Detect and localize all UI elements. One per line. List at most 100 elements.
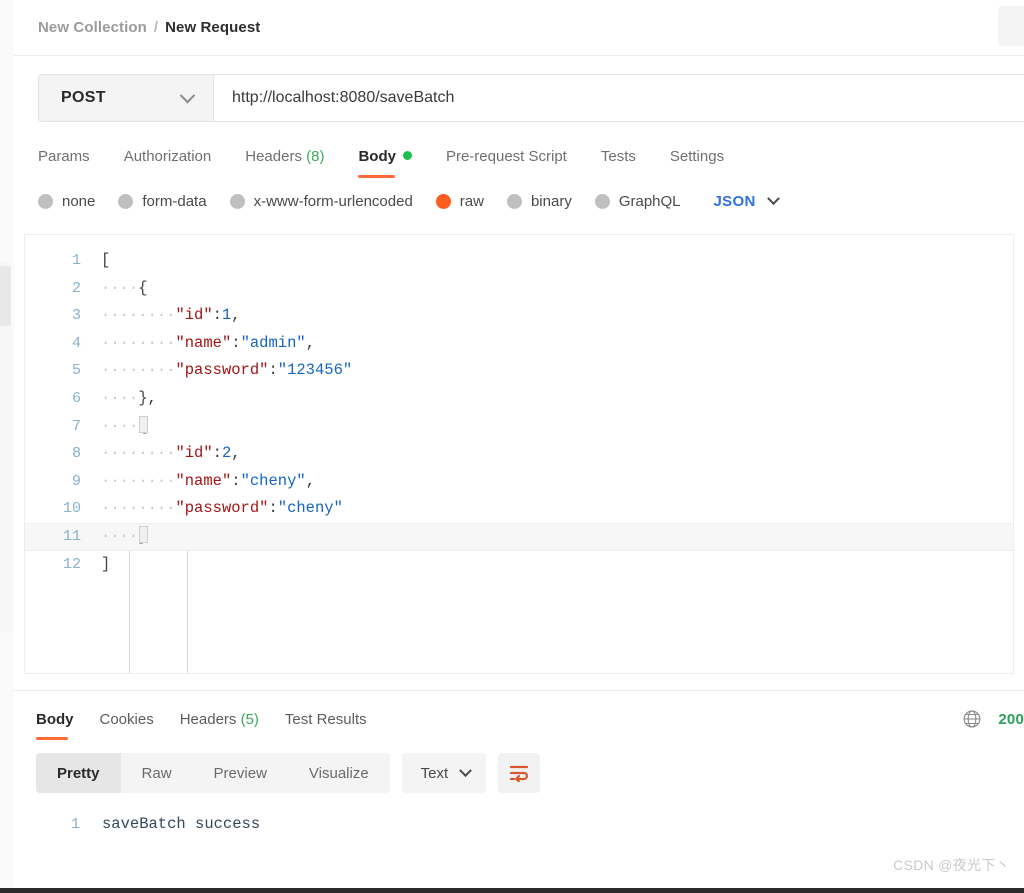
send-button-partial[interactable] — [998, 6, 1024, 46]
code-line: 12 ] — [25, 551, 1013, 579]
json-string: "cheny" — [277, 499, 343, 518]
tab-settings[interactable]: Settings — [670, 148, 724, 178]
word-wrap-icon — [510, 765, 529, 782]
view-preview[interactable]: Preview — [193, 753, 288, 793]
tab-label: Pre-request Script — [445, 148, 567, 165]
json-key: "id" — [175, 444, 213, 463]
body-type-raw[interactable]: raw — [435, 193, 484, 210]
word-wrap-button[interactable] — [498, 753, 541, 793]
code-line: 9 ········"name":"cheny", — [25, 468, 1013, 496]
response-tabs: Body Cookies Headers (5) Test Results 20… — [14, 691, 1024, 743]
response-line: 1 saveBatch success — [14, 811, 1024, 837]
body-format-label: JSON — [713, 192, 756, 210]
tab-label: Tests — [600, 148, 636, 165]
radio-icon — [506, 193, 522, 209]
indent-dots: ···· — [138, 333, 176, 352]
indent-dots: ···· — [101, 306, 139, 325]
line-number: 11 — [62, 527, 81, 545]
left-scrollbar-rail — [0, 0, 14, 893]
code-token: ] — [101, 554, 111, 573]
code-line: 4 ········"name":"admin", — [25, 330, 1013, 358]
json-comma: , — [231, 306, 241, 325]
json-key: "name" — [175, 333, 232, 352]
code-token: } — [138, 388, 148, 407]
tab-label: Authorization — [123, 148, 212, 165]
indent-dots: ···· — [138, 471, 176, 490]
method-select[interactable]: POST — [39, 75, 214, 121]
tab-label: Test Results — [284, 711, 367, 728]
body-has-content-dot-icon — [402, 151, 412, 160]
body-format-select[interactable]: JSON — [713, 191, 780, 210]
breadcrumb-collection[interactable]: New Collection — [38, 19, 147, 36]
request-response-pane: New Collection / New Request POST http:/… — [14, 0, 1024, 893]
body-type-label: GraphQL — [618, 192, 681, 210]
response-tab-cookies[interactable]: Cookies — [100, 711, 154, 740]
response-tab-test-results[interactable]: Test Results — [285, 711, 367, 740]
tab-label: Body — [36, 711, 74, 728]
body-type-graphql[interactable]: GraphQL — [594, 192, 681, 210]
response-body[interactable]: 1 saveBatch success — [14, 793, 1024, 837]
code-line: 7 ····{ — [25, 413, 1013, 441]
body-type-none[interactable]: none — [38, 193, 95, 210]
breadcrumb-request[interactable]: New Request — [165, 19, 260, 36]
code-lines: 1 [ 2 ····{ 3 ········"id":1, 4 ········… — [25, 235, 1013, 578]
response-format-toolbar: Pretty Raw Preview Visualize Text — [14, 743, 1024, 793]
tab-label: Cookies — [99, 711, 154, 728]
url-bar-row: POST http://localhost:8080/saveBatch — [14, 56, 1024, 122]
line-number: 12 — [62, 555, 81, 573]
body-type-label: x-www-form-urlencoded — [253, 192, 413, 210]
radio-icon — [594, 193, 610, 209]
json-key: "password" — [175, 499, 269, 518]
line-number: 5 — [71, 362, 81, 380]
indent-dots: ···· — [138, 499, 176, 518]
tab-label: Headers — [179, 711, 237, 728]
response-text: saveBatch success — [102, 815, 261, 833]
tab-pre-request-script[interactable]: Pre-request Script — [446, 148, 567, 178]
indent-dots: ···· — [101, 471, 139, 490]
indent-dots: ···· — [138, 306, 176, 325]
json-colon: : — [212, 306, 222, 325]
tab-label: Settings — [669, 148, 725, 165]
radio-icon — [38, 193, 53, 209]
tab-headers[interactable]: Headers (8) — [245, 148, 324, 178]
tab-body[interactable]: Body — [358, 148, 412, 178]
json-comma: , — [147, 388, 157, 407]
body-type-options: none form-data x-www-form-urlencoded raw… — [14, 178, 1024, 224]
json-colon: : — [268, 361, 278, 380]
code-line: 3 ········"id":1, — [25, 302, 1013, 330]
tab-label: Params — [38, 148, 90, 165]
tab-tests[interactable]: Tests — [601, 148, 636, 178]
view-raw[interactable]: Raw — [121, 753, 193, 793]
json-comma: , — [231, 444, 241, 463]
line-number: 1 — [70, 815, 80, 833]
request-body-editor[interactable]: 1 [ 2 ····{ 3 ········"id":1, 4 ········… — [24, 234, 1014, 674]
url-bar: POST http://localhost:8080/saveBatch — [38, 74, 1024, 122]
method-label: POST — [61, 89, 106, 106]
indent-dots: ···· — [101, 526, 139, 545]
line-number: 8 — [71, 445, 81, 463]
tab-authorization[interactable]: Authorization — [124, 148, 212, 178]
response-tab-body[interactable]: Body — [36, 711, 74, 740]
body-type-form-data[interactable]: form-data — [118, 192, 207, 210]
line-number: 1 — [71, 252, 81, 269]
tab-params[interactable]: Params — [38, 148, 90, 178]
line-number: 9 — [71, 472, 81, 490]
response-language-select[interactable]: Text — [401, 753, 487, 793]
response-tab-headers[interactable]: Headers (5) — [180, 711, 259, 740]
code-line-highlighted: 11 ····} — [25, 522, 1013, 551]
view-visualize[interactable]: Visualize — [288, 753, 390, 793]
response-status: 200 — [962, 709, 1024, 729]
json-colon: : — [231, 471, 241, 490]
json-string: "123456" — [277, 361, 353, 380]
body-type-x-www-form-urlencoded[interactable]: x-www-form-urlencoded — [229, 192, 413, 210]
scrollbar-thumb[interactable] — [0, 266, 11, 326]
tab-label: Headers — [245, 148, 302, 165]
line-number: 7 — [71, 417, 81, 435]
url-input[interactable]: http://localhost:8080/saveBatch — [214, 75, 1024, 121]
globe-icon — [963, 710, 981, 728]
view-pretty[interactable]: Pretty — [36, 753, 121, 793]
json-string: "cheny" — [240, 471, 306, 490]
headers-count: (8) — [306, 148, 325, 165]
body-type-label: form-data — [142, 192, 207, 210]
body-type-binary[interactable]: binary — [506, 193, 572, 210]
